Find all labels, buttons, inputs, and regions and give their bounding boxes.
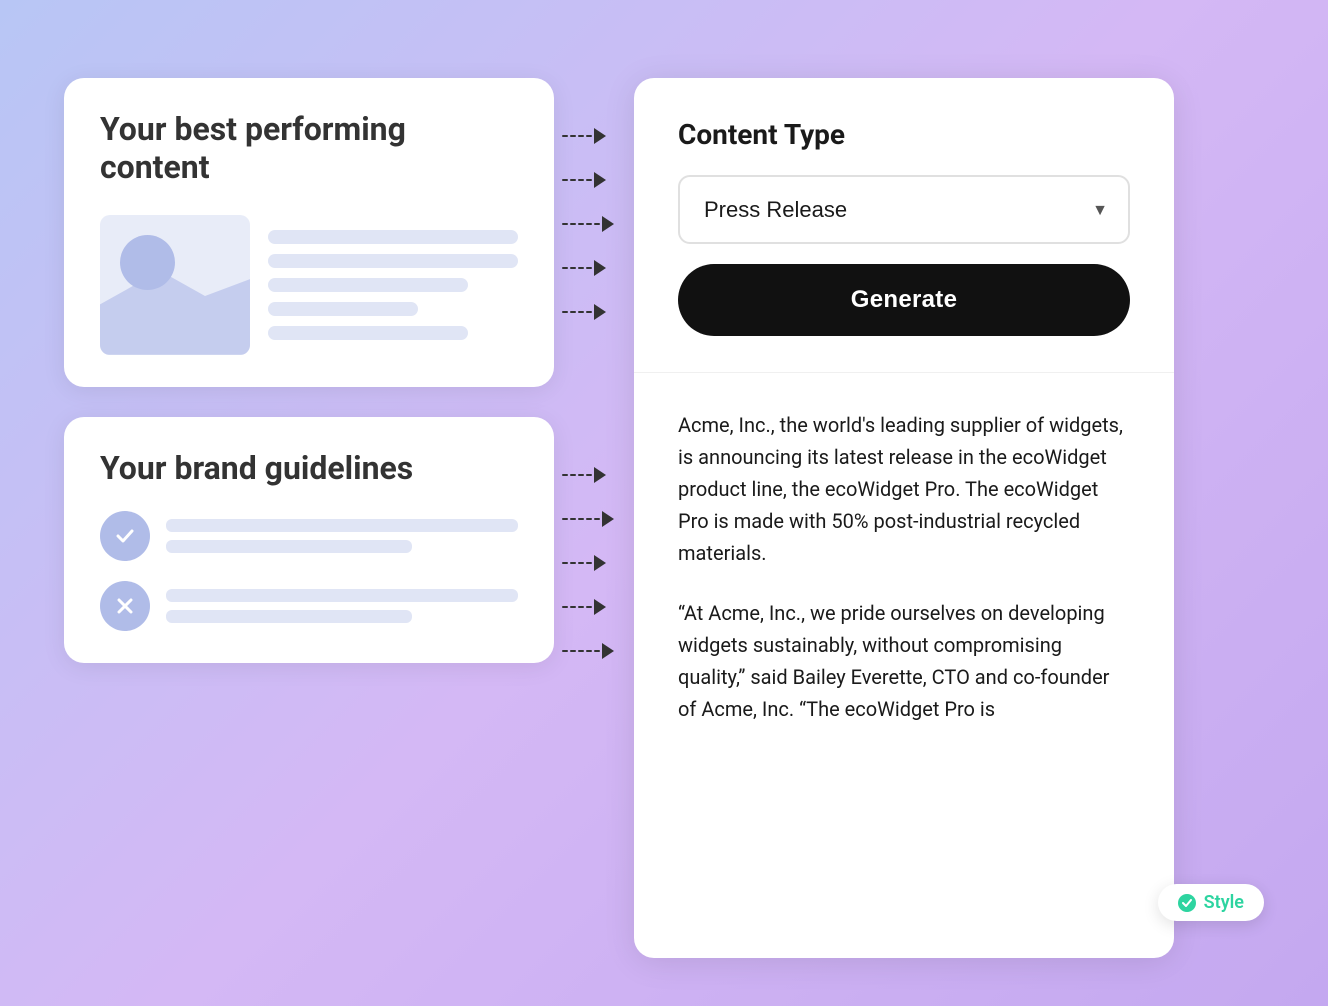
guideline-items xyxy=(100,511,518,631)
arrow-1 xyxy=(562,128,634,144)
arrow-9 xyxy=(562,599,634,615)
arrow-6 xyxy=(562,467,634,483)
check-icon-wrapper xyxy=(100,511,150,561)
right-panel: Content Type Press Release Blog Post Soc… xyxy=(634,78,1174,958)
arrow-8 xyxy=(562,555,634,571)
generated-text: Acme, Inc., the world's leading supplier… xyxy=(678,409,1130,725)
best-content-card: Your best performing content xyxy=(64,78,554,387)
brand-guidelines-title: Your brand guidelines xyxy=(100,449,518,487)
guideline-line xyxy=(166,610,412,623)
mountain-bg xyxy=(100,271,250,355)
guideline-item-check xyxy=(100,511,518,561)
arrow-3 xyxy=(562,216,634,232)
content-type-label: Content Type xyxy=(678,118,1130,151)
guideline-line xyxy=(166,540,412,553)
circle-shape xyxy=(120,235,175,290)
style-badge: Style xyxy=(1158,884,1264,921)
page-container: Your best performing content xyxy=(64,38,1264,968)
cross-icon xyxy=(113,594,137,618)
image-placeholder xyxy=(100,215,250,355)
check-icon xyxy=(113,524,137,548)
arrow-4 xyxy=(562,260,634,276)
text-line xyxy=(268,230,518,244)
brand-guidelines-card: Your brand guidelines xyxy=(64,417,554,663)
content-type-select[interactable]: Press Release Blog Post Social Media Pos… xyxy=(678,175,1130,244)
arrow-2 xyxy=(562,172,634,188)
text-line xyxy=(268,326,468,340)
generated-content-area: Acme, Inc., the world's leading supplier… xyxy=(634,373,1174,958)
arrow-5 xyxy=(562,304,634,320)
guideline-lines xyxy=(166,589,518,623)
right-top-section: Content Type Press Release Blog Post Soc… xyxy=(634,78,1174,373)
guideline-line xyxy=(166,519,518,532)
guideline-item-cross xyxy=(100,581,518,631)
arrow-7 xyxy=(562,511,634,527)
text-line xyxy=(268,254,518,268)
select-wrapper[interactable]: Press Release Blog Post Social Media Pos… xyxy=(678,175,1130,244)
generated-paragraph-1: Acme, Inc., the world's leading supplier… xyxy=(678,409,1130,569)
style-badge-dot xyxy=(1178,894,1196,912)
best-content-title: Your best performing content xyxy=(100,110,518,187)
generated-paragraph-2: “At Acme, Inc., we pride ourselves on de… xyxy=(678,597,1130,725)
style-badge-label: Style xyxy=(1204,892,1244,913)
guideline-lines xyxy=(166,519,518,553)
guideline-line xyxy=(166,589,518,602)
check-small-icon xyxy=(1182,899,1192,907)
text-line xyxy=(268,278,468,292)
text-line xyxy=(268,302,418,316)
generate-button[interactable]: Generate xyxy=(678,264,1130,336)
arrow-10 xyxy=(562,643,634,659)
content-visual xyxy=(100,215,518,355)
cross-icon-wrapper xyxy=(100,581,150,631)
text-lines xyxy=(268,230,518,340)
